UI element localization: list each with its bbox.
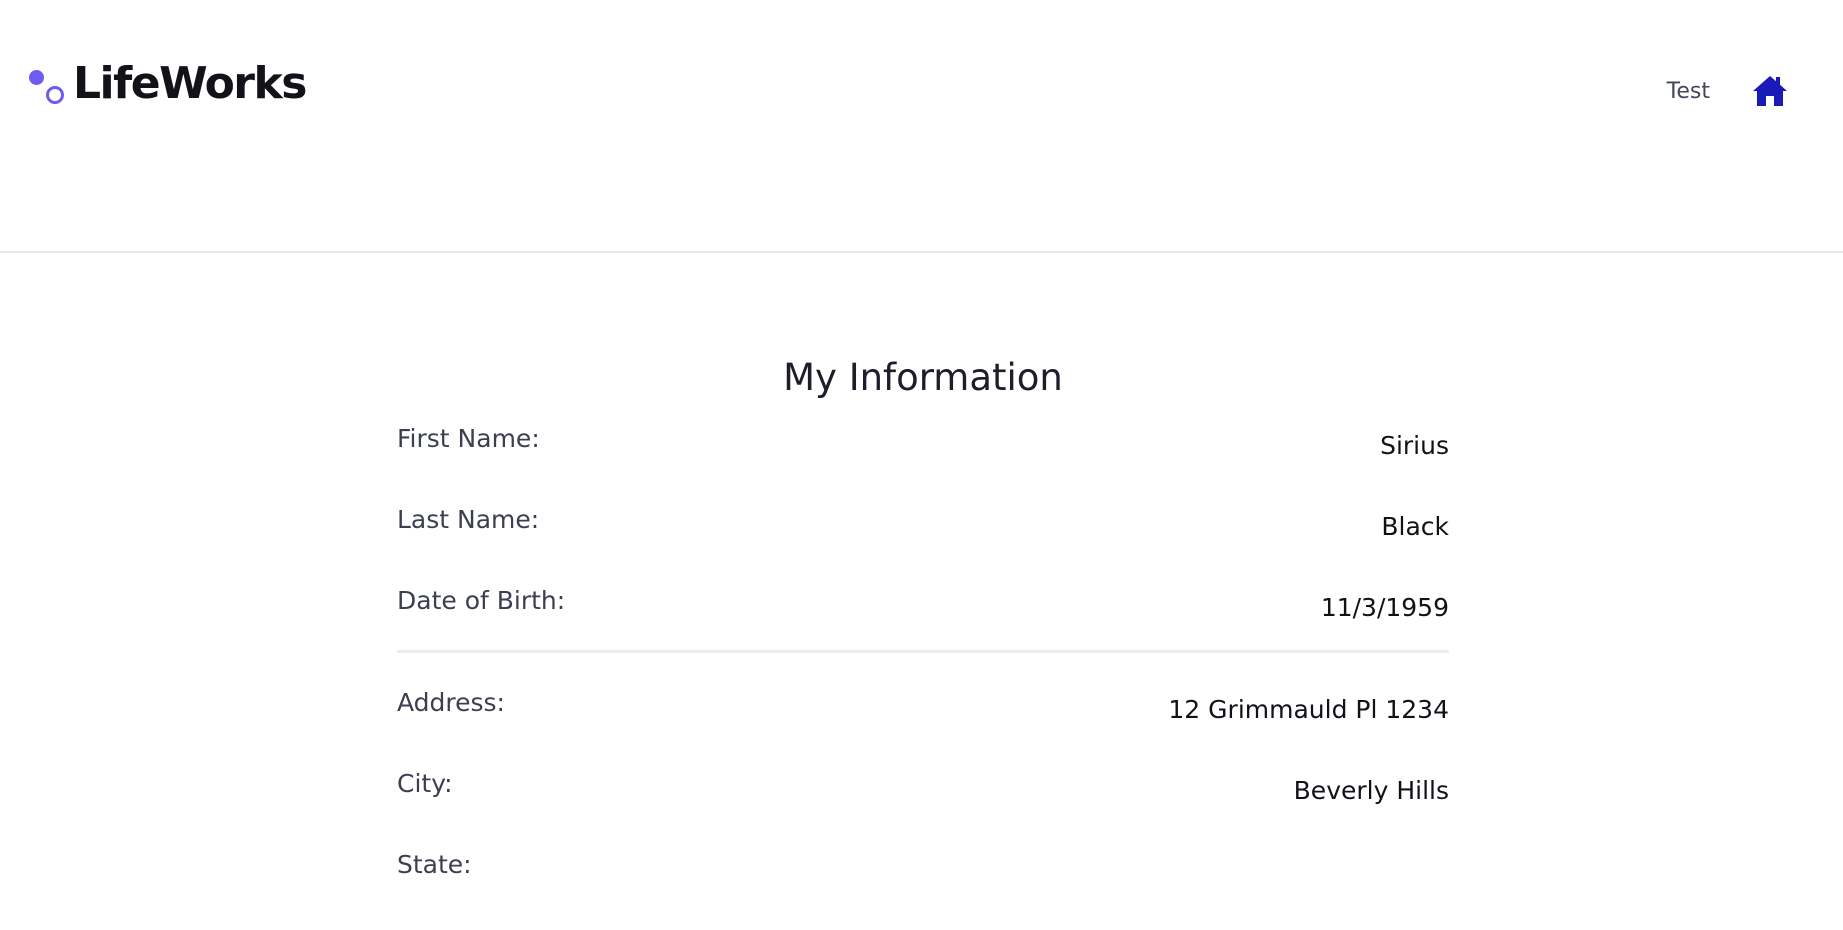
last-name-value: Black	[1381, 512, 1449, 541]
info-row-date-of-birth: Date of Birth: 11/3/1959	[397, 585, 1449, 650]
date-of-birth-value: 11/3/1959	[1320, 593, 1449, 622]
user-name-link[interactable]: Test	[1667, 79, 1710, 104]
info-row-address: Address: 12 Grimmauld Pl 1234	[397, 687, 1449, 768]
city-label: City:	[397, 769, 453, 798]
page-title: My Information	[783, 356, 1063, 399]
address-label: Address:	[397, 688, 505, 717]
lifeworks-logo[interactable]: LifeWorks	[27, 58, 307, 110]
date-of-birth-label: Date of Birth:	[397, 586, 566, 615]
city-value: Beverly Hills	[1293, 776, 1449, 805]
first-name-label: First Name:	[397, 424, 540, 453]
brand-name: LifeWorks	[73, 58, 307, 109]
address-value: 12 Grimmauld Pl 1234	[1168, 695, 1449, 724]
info-row-state: State:	[397, 849, 1449, 930]
home-icon[interactable]	[1752, 74, 1788, 108]
info-list: First Name: Sirius Last Name: Black Date…	[397, 423, 1449, 930]
section-divider	[397, 650, 1449, 653]
top-header: LifeWorks Test	[0, 0, 1843, 253]
main-content: My Information First Name: Sirius Last N…	[397, 253, 1449, 930]
info-row-last-name: Last Name: Black	[397, 504, 1449, 585]
logo-mark-icon	[27, 62, 67, 106]
info-row-city: City: Beverly Hills	[397, 768, 1449, 849]
info-row-first-name: First Name: Sirius	[397, 423, 1449, 504]
header-nav: Test	[1667, 74, 1788, 108]
last-name-label: Last Name:	[397, 505, 540, 534]
first-name-value: Sirius	[1380, 431, 1449, 460]
state-label: State:	[397, 850, 472, 879]
